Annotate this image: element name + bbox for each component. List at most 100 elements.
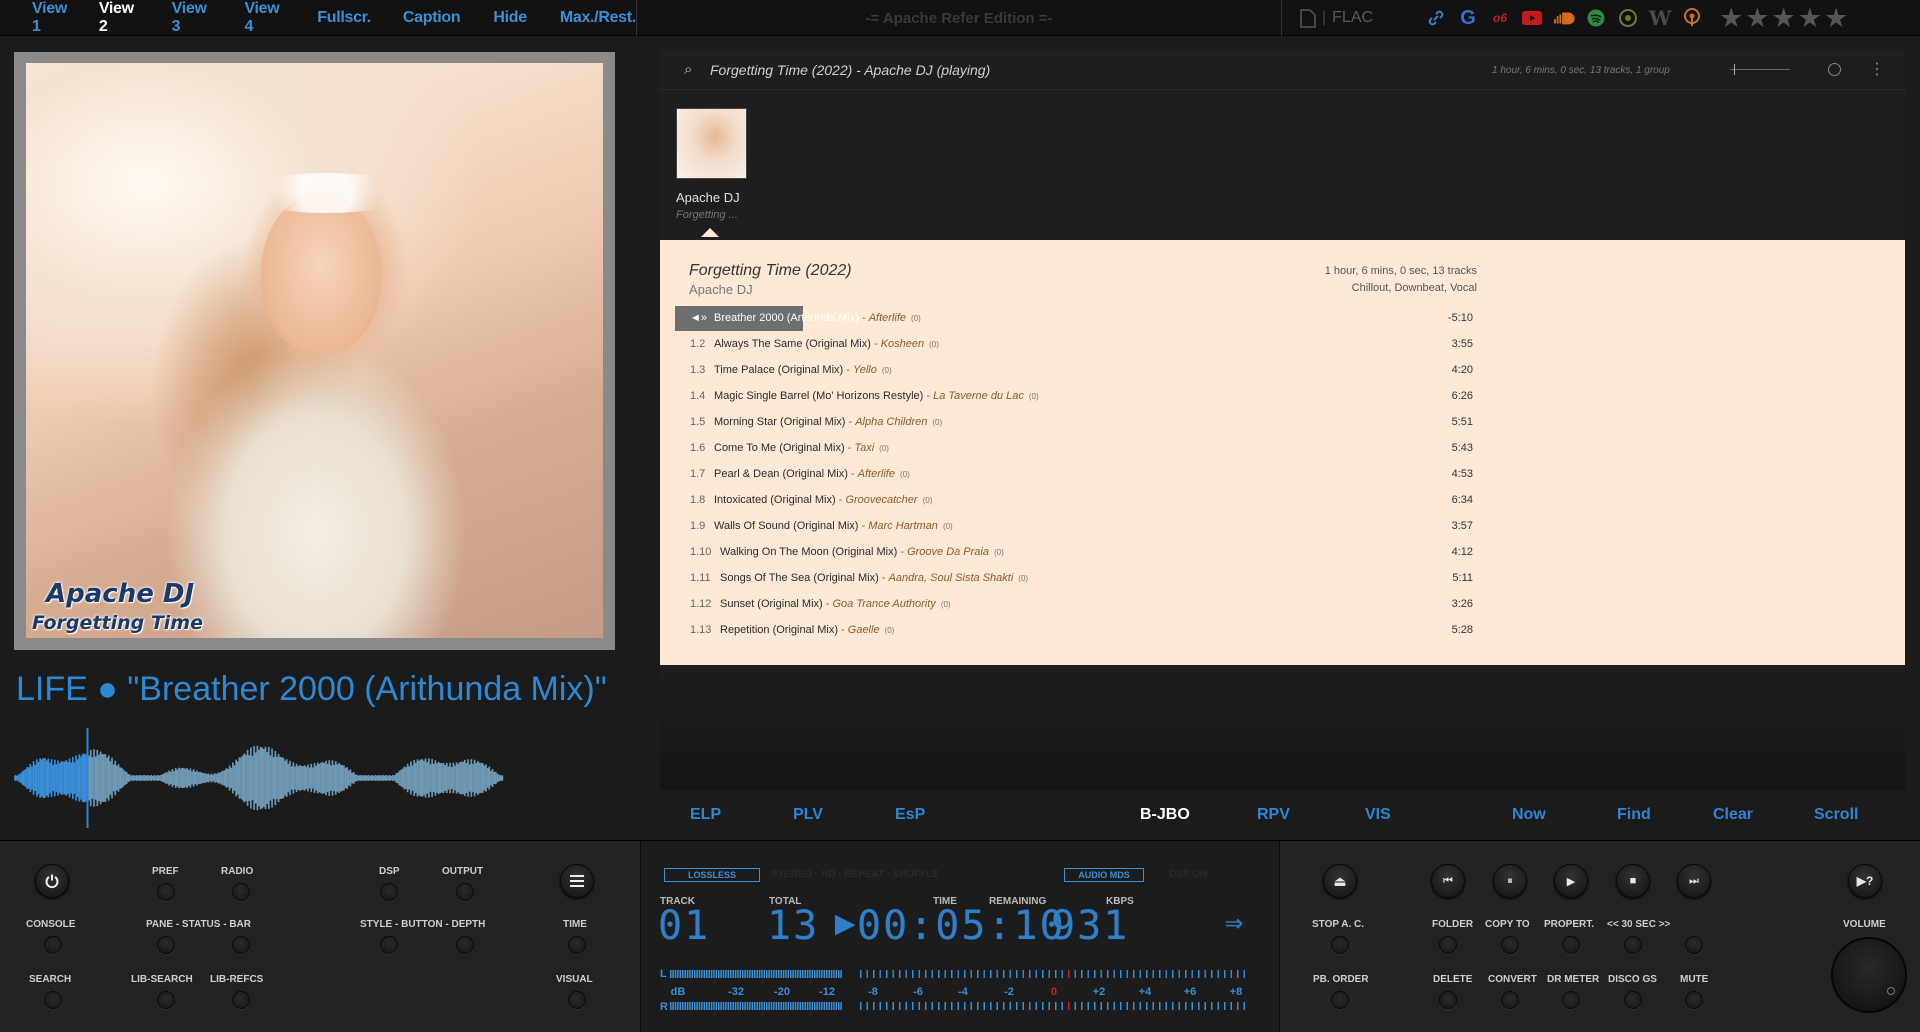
- seek-forward-button[interactable]: [1685, 936, 1703, 954]
- time-button[interactable]: [568, 936, 586, 954]
- tab-find[interactable]: Find: [1617, 806, 1651, 824]
- radio-button[interactable]: [232, 883, 250, 901]
- google-icon[interactable]: G: [1457, 7, 1479, 29]
- playlist-query[interactable]: Forgetting Time (2022) - Apache DJ (play…: [710, 62, 990, 78]
- vu-level-segment: [691, 970, 694, 978]
- tab-scroll[interactable]: Scroll: [1814, 806, 1858, 824]
- stop-button[interactable]: ■: [1616, 864, 1650, 898]
- depth-button[interactable]: [456, 936, 474, 954]
- track-row[interactable]: ◄» Breather 2000 (Arthunda Mix) - Afterli…: [675, 305, 1473, 331]
- tab-view-3[interactable]: View 3: [138, 0, 211, 36]
- lib-search-button[interactable]: [157, 991, 175, 1009]
- tab-max-restore[interactable]: Max./Rest.: [527, 9, 636, 27]
- tab-b-jbo[interactable]: B-JBO: [1140, 806, 1190, 824]
- vu-level-segment: [797, 1002, 799, 1010]
- tab-elp[interactable]: ELP: [690, 806, 721, 824]
- track-row[interactable]: 1.5 Morning Star (Original Mix) - Alpha C…: [678, 409, 1473, 435]
- star-icon[interactable]: ★: [1772, 4, 1796, 32]
- track-row[interactable]: 1.13 Repetition (Original Mix) - Gaelle (0…: [678, 617, 1473, 643]
- tab-fullscreen[interactable]: Fullscr.: [283, 9, 371, 27]
- more-icon[interactable]: ⋮: [1869, 59, 1885, 79]
- wikipedia-icon[interactable]: W: [1649, 6, 1671, 30]
- folder-button[interactable]: [1439, 936, 1457, 954]
- vu-tick: [1055, 1002, 1057, 1010]
- tab-hide[interactable]: Hide: [460, 9, 527, 27]
- pb-order-button[interactable]: [1331, 991, 1349, 1009]
- track-row[interactable]: 1.10 Walking On The Moon (Original Mix) -…: [678, 539, 1473, 565]
- waveform-seekbar[interactable]: [14, 728, 614, 828]
- vu-tick: [886, 1002, 888, 1010]
- tab-view-1[interactable]: View 1: [0, 0, 71, 36]
- track-row[interactable]: 1.7 Pearl & Dean (Original Mix) - Afterli…: [678, 461, 1473, 487]
- tab-esp[interactable]: EsP: [895, 806, 925, 824]
- visual-button[interactable]: [568, 991, 586, 1009]
- tab-vis[interactable]: VIS: [1365, 806, 1391, 824]
- lastfm-icon[interactable]: o6: [1489, 7, 1511, 29]
- menu-button[interactable]: [560, 864, 594, 898]
- eject-button[interactable]: ⏏: [1323, 864, 1357, 898]
- track-row[interactable]: 1.8 Intoxicated (Original Mix) - Grooveca…: [678, 487, 1473, 513]
- tab-rpv[interactable]: RPV: [1257, 806, 1290, 824]
- mute-button[interactable]: [1685, 991, 1703, 1009]
- output-button[interactable]: [456, 883, 474, 901]
- group-thumbnail[interactable]: [676, 108, 747, 179]
- search-icon[interactable]: ⌕: [684, 61, 692, 78]
- dr-meter-button[interactable]: [1562, 991, 1580, 1009]
- dsp-button[interactable]: [380, 883, 398, 901]
- tab-plv[interactable]: PLV: [793, 806, 823, 824]
- track-row[interactable]: 1.9 Walls Of Sound (Original Mix) - Marc …: [678, 513, 1473, 539]
- disco-gs-button[interactable]: [1624, 991, 1642, 1009]
- play-button[interactable]: ▶: [1554, 864, 1588, 898]
- style-button[interactable]: [380, 936, 398, 954]
- circle-icon[interactable]: [1828, 63, 1841, 76]
- power-button[interactable]: [35, 864, 69, 898]
- pref-button[interactable]: [157, 883, 175, 901]
- tab-clear[interactable]: Clear: [1713, 806, 1753, 824]
- vu-level-segment: [811, 970, 814, 978]
- tab-now[interactable]: Now: [1512, 806, 1546, 824]
- vu-level-segment: [816, 970, 818, 978]
- convert-button[interactable]: [1501, 991, 1519, 1009]
- spotify-icon[interactable]: [1585, 7, 1607, 29]
- properties-button[interactable]: [1562, 936, 1580, 954]
- vu-level-segment: [682, 970, 684, 978]
- cover-art[interactable]: Apache DJ Forgetting Time: [26, 63, 603, 638]
- previous-button[interactable]: ⏮: [1431, 864, 1465, 898]
- volume-knob[interactable]: [1831, 937, 1907, 1013]
- tab-view-4[interactable]: View 4: [210, 0, 283, 36]
- track-row[interactable]: 1.6 Come To Me (Original Mix) - Taxi (0) 5:…: [678, 435, 1473, 461]
- seek-back-button[interactable]: [1624, 936, 1642, 954]
- lib-refcs-button[interactable]: [232, 991, 250, 1009]
- next-button[interactable]: ⏭: [1677, 864, 1711, 898]
- podcast-icon[interactable]: [1681, 7, 1703, 29]
- vu-tick: [1146, 1002, 1148, 1010]
- search-button[interactable]: [44, 991, 62, 1009]
- console-button[interactable]: [44, 936, 62, 954]
- rating-stars[interactable]: ★ ★ ★ ★ ★: [1719, 4, 1848, 32]
- tab-view-2[interactable]: View 2: [71, 0, 138, 36]
- vu-level-segment: [838, 1002, 840, 1010]
- zoom-slider-handle[interactable]: [1734, 64, 1735, 75]
- star-icon[interactable]: ★: [1719, 4, 1743, 32]
- track-row[interactable]: 1.4 Magic Single Barrel (Mo' Horizons Res…: [678, 383, 1473, 409]
- discogs-icon[interactable]: [1617, 7, 1639, 29]
- track-row[interactable]: 1.11 Songs Of The Sea (Original Mix) - Aa…: [678, 565, 1473, 591]
- pause-button[interactable]: ⏸: [1493, 864, 1527, 898]
- stop-ac-button[interactable]: [1331, 936, 1349, 954]
- status-bar-button[interactable]: [232, 936, 250, 954]
- pane-button[interactable]: [157, 936, 175, 954]
- youtube-icon[interactable]: [1521, 7, 1543, 29]
- star-icon[interactable]: ★: [1798, 4, 1822, 32]
- track-row[interactable]: 1.3 Time Palace (Original Mix) - Yello (0)…: [678, 357, 1473, 383]
- star-icon[interactable]: ★: [1745, 4, 1769, 32]
- copy-to-button[interactable]: [1501, 936, 1519, 954]
- tab-caption[interactable]: Caption: [371, 9, 461, 27]
- track-row[interactable]: 1.12 Sunset (Original Mix) - Goa Trance A…: [678, 591, 1473, 617]
- star-icon[interactable]: ★: [1824, 4, 1848, 32]
- delete-button[interactable]: [1439, 991, 1457, 1009]
- help-button[interactable]: ▶?: [1848, 864, 1882, 898]
- track-row[interactable]: 1.2 Always The Same (Original Mix) - Kosh…: [678, 331, 1473, 357]
- zoom-slider[interactable]: [1730, 69, 1790, 70]
- soundcloud-icon[interactable]: [1553, 7, 1575, 29]
- link-icon[interactable]: [1425, 7, 1447, 29]
